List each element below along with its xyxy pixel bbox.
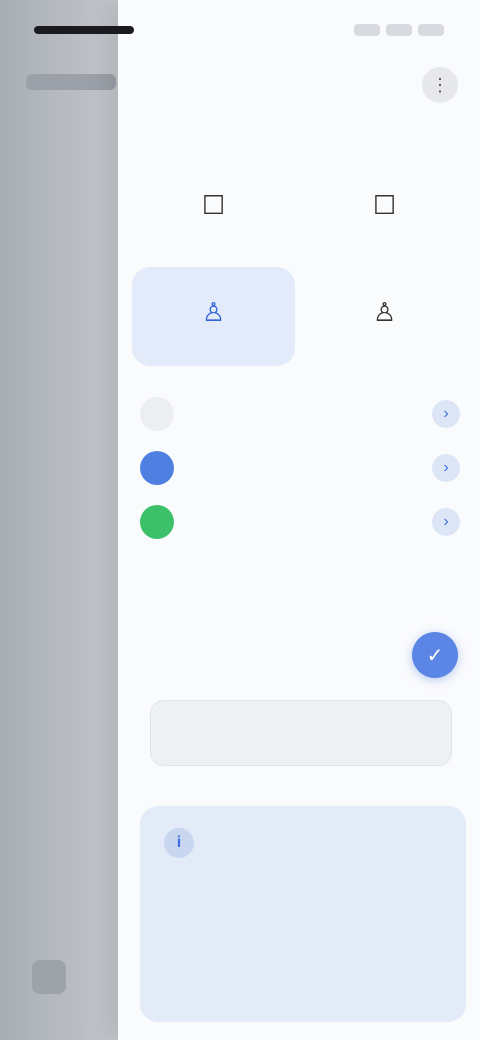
side-drawer: ⋮ ☐ ☐ ♙ ♙ › › › ✓ i	[118, 0, 480, 1040]
toggle-row: ✓	[146, 632, 458, 678]
background-page-icon	[32, 960, 66, 994]
toggle-button[interactable]: ✓	[412, 632, 458, 678]
text-field[interactable]	[150, 700, 452, 766]
person-icon: ♙	[372, 296, 397, 327]
signal-icon	[354, 24, 380, 36]
chevron-right-icon[interactable]: ›	[432, 454, 460, 482]
avatar	[140, 451, 174, 485]
background-page-title	[26, 74, 116, 90]
action-tile-3[interactable]: ♙	[132, 267, 295, 366]
app-screen: ⋮ ☐ ☐ ♙ ♙ › › › ✓ i	[0, 0, 480, 1040]
person-icon: ♙	[201, 296, 226, 327]
status-icons	[354, 24, 444, 36]
avatar	[140, 505, 174, 539]
chevron-right-icon[interactable]: ›	[432, 508, 460, 536]
battery-icon	[418, 24, 444, 36]
action-tile-2[interactable]: ☐	[303, 160, 466, 259]
check-icon: ✓	[426, 644, 444, 667]
status-time	[34, 26, 134, 34]
list-item[interactable]: ›	[140, 502, 460, 542]
drawer-header: ⋮	[118, 58, 480, 112]
status-bar	[0, 0, 480, 60]
avatar	[140, 397, 174, 431]
list-item[interactable]: ›	[140, 448, 460, 488]
bookmark-icon: ☐	[201, 189, 226, 220]
action-tile-1[interactable]: ☐	[132, 160, 295, 259]
info-card: i	[140, 806, 466, 1022]
action-grid: ☐ ☐ ♙ ♙	[132, 160, 466, 366]
list-item[interactable]: ›	[140, 394, 460, 434]
wifi-icon	[386, 24, 412, 36]
dimmed-background-page[interactable]	[0, 0, 125, 1040]
info-icon: i	[164, 828, 194, 858]
folder-icon: ☐	[372, 189, 397, 220]
more-button[interactable]: ⋮	[422, 67, 458, 103]
more-icon: ⋮	[431, 74, 449, 95]
chevron-right-icon[interactable]: ›	[432, 400, 460, 428]
action-tile-4[interactable]: ♙	[303, 267, 466, 366]
